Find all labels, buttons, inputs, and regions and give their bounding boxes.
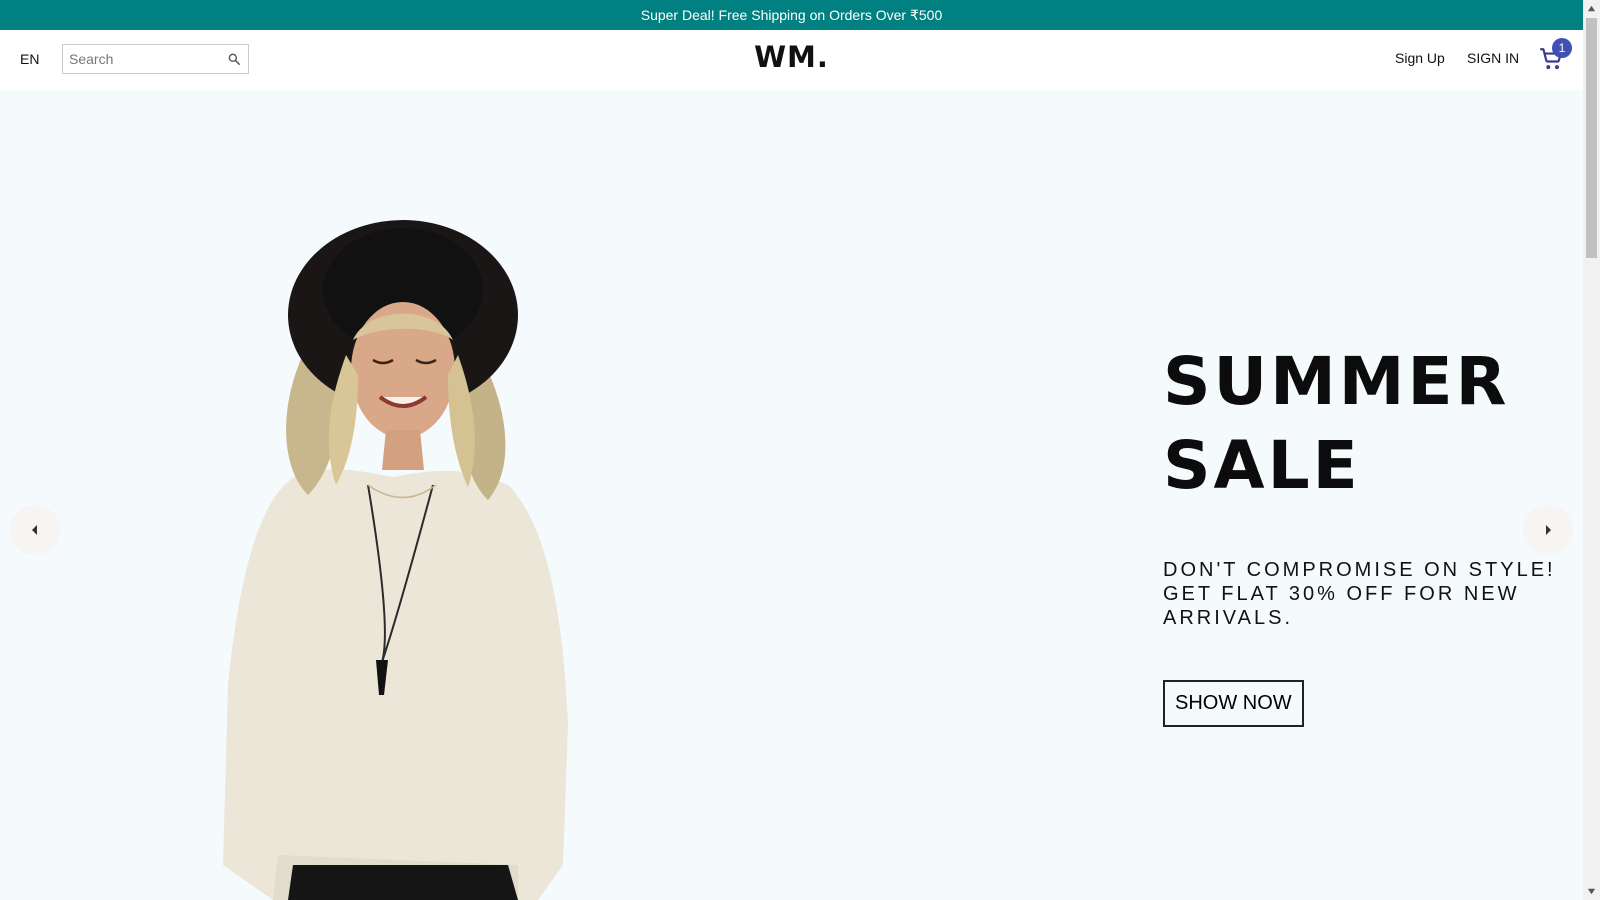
logo-text: WM. (754, 40, 829, 74)
scroll-down-icon[interactable] (1587, 887, 1596, 896)
brand-logo[interactable]: WM. (0, 40, 1583, 74)
announcement-text: Super Deal! Free Shipping on Orders Over… (640, 6, 943, 23)
page-scrollbar[interactable] (1583, 0, 1600, 900)
announcement-bar: Super Deal! Free Shipping on Orders Over… (0, 0, 1583, 30)
cart-count-badge: 1 (1552, 38, 1572, 58)
navbar: EN WM. Sign Up SIGN IN 1 (0, 30, 1583, 90)
sign-in-link[interactable]: SIGN IN (1467, 50, 1519, 66)
scroll-up-icon[interactable] (1587, 4, 1596, 13)
slider-prev-button[interactable] (10, 505, 60, 555)
show-now-button[interactable]: SHOW NOW (1163, 680, 1304, 727)
hero-text-block: SUMMER SALE DON'T COMPROMISE ON STYLE! G… (1163, 340, 1563, 727)
arrow-left-icon (32, 525, 37, 535)
sign-up-link[interactable]: Sign Up (1395, 50, 1445, 66)
hero-title-line-1: SUMMER (1163, 343, 1510, 420)
scroll-thumb[interactable] (1586, 18, 1597, 258)
hero-slider: SUMMER SALE DON'T COMPROMISE ON STYLE! G… (0, 90, 1583, 900)
hero-title: SUMMER SALE (1163, 340, 1563, 508)
hero-title-line-2: SALE (1163, 427, 1361, 504)
slider-next-button[interactable] (1523, 505, 1573, 555)
hero-model-image (223, 220, 568, 900)
hero-description: DON'T COMPROMISE ON STYLE! GET FLAT 30% … (1163, 559, 1556, 629)
arrow-right-icon (1546, 525, 1551, 535)
